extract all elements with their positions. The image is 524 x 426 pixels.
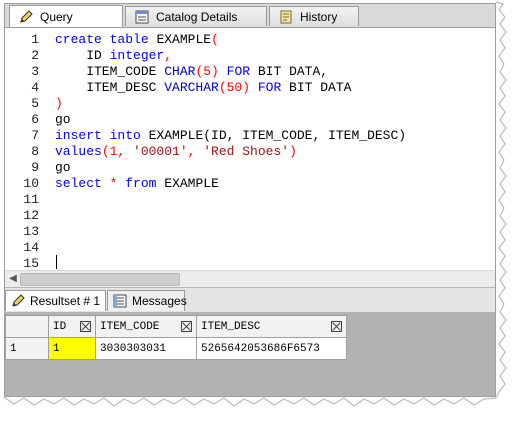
scroll-left-icon[interactable]: ◀	[8, 273, 18, 285]
line-number: 3	[31, 64, 39, 79]
tab-resultset-1[interactable]: Resultset # 1	[5, 290, 106, 311]
line-number: 4	[31, 80, 39, 95]
tab-resultset-label: Resultset # 1	[30, 294, 101, 308]
line-number: 5	[31, 96, 39, 111]
column-header-item-desc[interactable]: ITEM_DESC	[196, 315, 347, 338]
editor-tab-strip: Query Catalog Details History	[5, 4, 495, 28]
messages-icon	[112, 293, 128, 309]
history-icon	[278, 9, 294, 25]
column-header-item-code[interactable]: ITEM_CODE	[95, 315, 197, 338]
code-line: ID integer,	[55, 48, 173, 63]
tab-messages[interactable]: Messages	[107, 290, 187, 311]
line-number: 6	[31, 112, 39, 127]
query-window: Query Catalog Details History 1 2 3 4 5 …	[4, 3, 496, 397]
scrollbar-thumb[interactable]	[20, 273, 180, 286]
code-line: go	[55, 160, 71, 175]
line-number: 12	[23, 208, 39, 223]
line-number: 10	[23, 176, 39, 191]
grid-cell-item-desc[interactable]: 5265642053686F6573	[196, 337, 347, 360]
line-number: 14	[23, 240, 39, 255]
code-line: create table EXAMPLE(	[55, 32, 219, 47]
code-line: )	[55, 96, 63, 111]
editor-horizontal-scrollbar[interactable]: ◀	[5, 270, 495, 287]
tab-messages-label: Messages	[132, 294, 187, 308]
tab-catalog-details-label: Catalog Details	[156, 9, 238, 24]
column-options-icon[interactable]	[80, 321, 91, 332]
code-line: ITEM_CODE CHAR(5) FOR BIT DATA,	[55, 64, 329, 79]
tab-history-label: History	[300, 9, 338, 24]
column-options-icon[interactable]	[181, 321, 192, 332]
grid-cell-item-code[interactable]: 3030303031	[95, 337, 197, 360]
line-number: 1	[31, 32, 39, 47]
code-line: go	[55, 112, 71, 127]
code-area[interactable]: create table EXAMPLE( ID integer, ITEM_C…	[55, 28, 493, 270]
row-number[interactable]: 1	[5, 337, 49, 360]
line-number: 8	[31, 144, 39, 159]
grid-header-row: ID ITEM_CODE ITEM_DESC	[5, 315, 347, 338]
tab-history[interactable]: History	[269, 6, 359, 26]
row-header-corner	[5, 315, 49, 338]
line-number: 7	[31, 128, 39, 143]
table-row[interactable]: 1 1 3030303031 5265642053686F6573	[5, 337, 347, 360]
line-number-gutter: 1 2 3 4 5 6 7 8 9 10 11 12 13 14 15	[5, 28, 41, 271]
line-number: 13	[23, 224, 39, 239]
tab-query-label: Query	[40, 9, 73, 24]
line-number: 9	[31, 160, 39, 175]
tab-catalog-details[interactable]: Catalog Details	[125, 6, 267, 26]
sql-editor[interactable]: 1 2 3 4 5 6 7 8 9 10 11 12 13 14 15 crea…	[5, 28, 495, 271]
column-options-icon[interactable]	[331, 321, 342, 332]
results-grid: ID ITEM_CODE ITEM_DESC 1 1 3030303031 52…	[5, 315, 347, 360]
grid-cell-id[interactable]: 1	[48, 337, 96, 360]
line-number: 2	[31, 48, 39, 63]
catalog-icon	[134, 9, 150, 25]
results-tab-strip: Resultset # 1 Messages	[5, 287, 495, 313]
results-grid-area: ID ITEM_CODE ITEM_DESC 1 1 3030303031 52…	[5, 312, 495, 396]
code-line: ITEM_DESC VARCHAR(50) FOR BIT DATA	[55, 80, 352, 95]
pencil-icon	[18, 9, 34, 25]
resultset-icon	[10, 293, 26, 309]
text-cursor	[56, 255, 57, 269]
column-header-id[interactable]: ID	[48, 315, 96, 338]
code-line: select * from EXAMPLE	[55, 176, 219, 191]
tab-query[interactable]: Query	[9, 5, 123, 27]
line-number: 11	[23, 192, 39, 207]
code-line: insert into EXAMPLE(ID, ITEM_CODE, ITEM_…	[55, 128, 407, 143]
code-line: values(1, '00001', 'Red Shoes')	[55, 144, 297, 159]
